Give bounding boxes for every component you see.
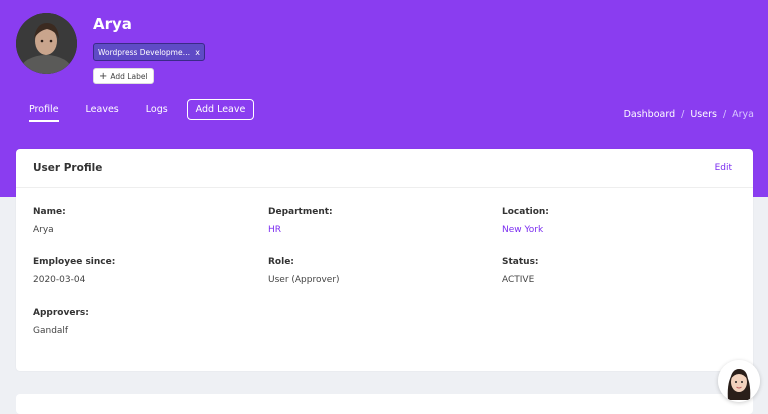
field-status: Status: ACTIVE: [502, 257, 539, 285]
field-value: Arya: [33, 225, 54, 235]
breadcrumb-separator: /: [722, 109, 727, 120]
add-label-button[interactable]: + Add Label: [93, 68, 154, 84]
breadcrumb-users[interactable]: Users: [690, 109, 717, 120]
field-label: Location:: [502, 207, 549, 217]
user-avatar-icon: [16, 13, 77, 74]
field-value: Gandalf: [33, 326, 69, 336]
label-tag[interactable]: Wordpress Developmen... x: [93, 43, 205, 61]
field-employee-since: Employee since: 2020-03-04: [33, 257, 115, 285]
breadcrumb-dashboard[interactable]: Dashboard: [624, 109, 676, 120]
edit-link[interactable]: Edit: [715, 163, 732, 173]
field-label: Employee since:: [33, 257, 116, 267]
user-profile-card: User Profile Edit Name: Arya Department:…: [16, 149, 753, 371]
add-label-text: Add Label: [110, 71, 148, 81]
field-label: Department:: [268, 207, 333, 217]
label-tag-text: Wordpress Developmen...: [98, 47, 192, 57]
field-label: Name:: [33, 207, 66, 217]
tab-leaves[interactable]: Leaves: [86, 104, 119, 115]
location-link[interactable]: New York: [502, 225, 549, 235]
breadcrumb-separator: /: [681, 109, 685, 120]
close-icon[interactable]: x: [195, 48, 200, 57]
field-role: Role: User (Approver): [268, 257, 340, 285]
card-title: User Profile: [33, 162, 103, 174]
field-approvers: Approvers: Gandalf: [33, 308, 89, 336]
tab-logs[interactable]: Logs: [146, 104, 168, 115]
field-label: Role:: [268, 257, 294, 267]
add-leave-button[interactable]: Add Leave: [187, 99, 254, 120]
secondary-card: [16, 394, 753, 414]
field-value: User (Approver): [268, 275, 340, 285]
field-location: Location: New York: [502, 207, 549, 235]
avatar: [16, 13, 77, 74]
breadcrumb-current: Arya: [732, 109, 754, 120]
department-link[interactable]: HR: [268, 225, 333, 235]
status-value: ACTIVE: [502, 275, 535, 285]
plus-icon: +: [99, 70, 108, 82]
chat-avatar-image: [718, 360, 760, 402]
field-name: Name: Arya: [33, 207, 66, 235]
field-label: Status:: [502, 257, 539, 267]
tab-profile[interactable]: Profile: [29, 104, 59, 122]
support-chat-avatar-icon[interactable]: [718, 360, 760, 402]
card-header: User Profile Edit: [16, 149, 753, 188]
field-department: Department: HR: [268, 207, 333, 235]
user-name: Arya: [93, 15, 132, 33]
breadcrumb: Dashboard / Users / Arya: [624, 109, 754, 120]
profile-tabs: Profile Leaves Logs: [29, 104, 195, 122]
field-value: 2020-03-04: [33, 275, 86, 285]
field-label: Approvers:: [33, 308, 89, 318]
